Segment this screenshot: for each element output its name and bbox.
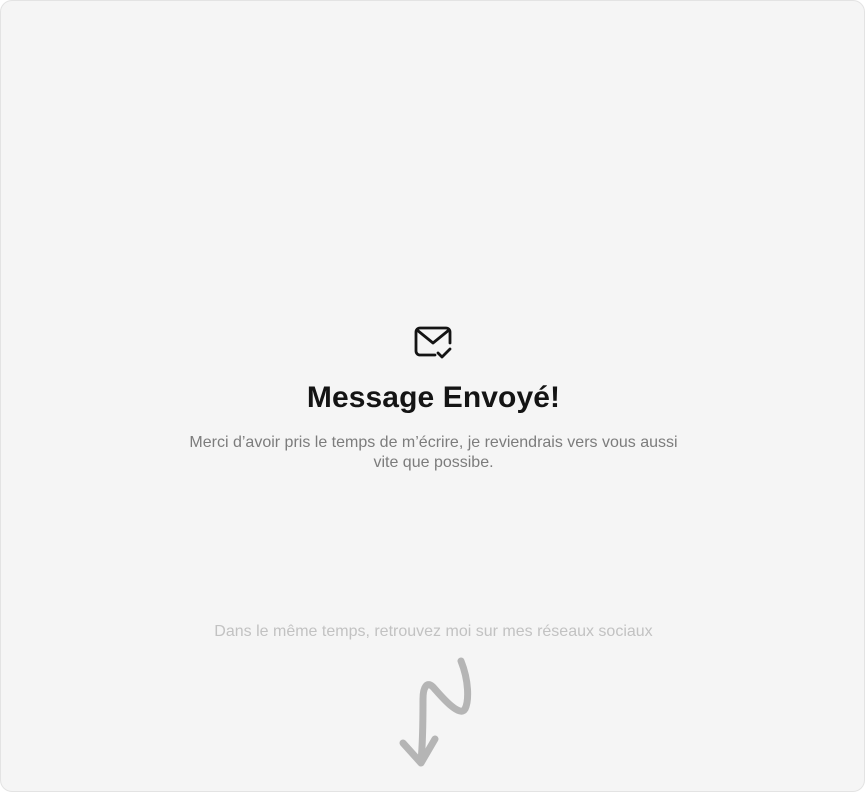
confirmation-message: Merci d’avoir pris le temps de m’écrire,… bbox=[189, 434, 678, 471]
page-title: Message Envoyé! bbox=[306, 381, 561, 414]
mail-check-icon bbox=[413, 325, 453, 361]
confirmation-card: Message Envoyé! Merci d’avoir pris le te… bbox=[0, 0, 865, 792]
social-networks-note: Dans le même temps, retrouvez moi sur me… bbox=[214, 623, 653, 640]
squiggle-arrow-down-icon bbox=[393, 655, 477, 771]
